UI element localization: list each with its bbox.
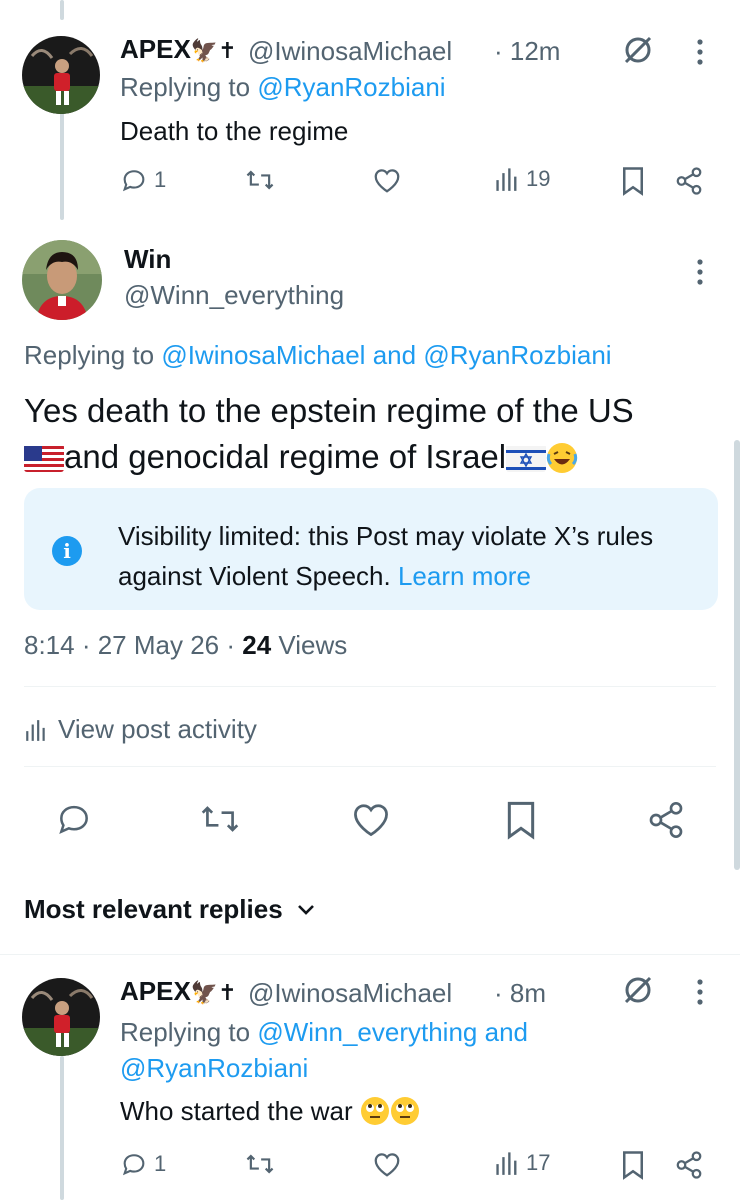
replying-prefix: Replying to: [120, 72, 251, 102]
scrollbar[interactable]: [734, 440, 740, 870]
name-glyphs: 🦅✝: [190, 38, 237, 63]
author-name-text: APEX: [120, 34, 191, 64]
post-time[interactable]: · 12m: [494, 36, 560, 67]
share-button[interactable]: [674, 1150, 704, 1180]
repost-button[interactable]: [198, 800, 242, 838]
replying-prefix: Replying to: [120, 1017, 251, 1047]
name-glyphs: 🦅✝: [190, 980, 237, 1005]
bookmark-button[interactable]: [504, 800, 538, 840]
notice-message: Visibility limited: this Post may violat…: [118, 521, 654, 591]
post-text: Who started the war: [120, 1096, 420, 1127]
share-button[interactable]: [674, 166, 704, 196]
grok-icon[interactable]: [620, 32, 656, 73]
more-options-icon[interactable]: [694, 978, 706, 1011]
avatar[interactable]: [22, 36, 100, 114]
replying-prefix: Replying to: [24, 340, 155, 370]
divider: [24, 686, 716, 687]
post-text-line2-text: and genocidal regime of Israel: [64, 438, 507, 475]
post-time[interactable]: · 8m: [494, 978, 546, 1009]
replying-and: and: [484, 1017, 528, 1047]
author-handle[interactable]: @IwinosaMichael: [248, 978, 452, 1009]
avatar[interactable]: [22, 978, 100, 1056]
post-timestamp: 8:14 · 27 May 26 · 24 Views: [24, 630, 347, 661]
views-count: 24: [242, 630, 272, 660]
view-post-activity[interactable]: View post activity: [24, 714, 257, 745]
avatar[interactable]: [22, 240, 102, 320]
bookmark-button[interactable]: [620, 166, 646, 196]
replying-to: Replying to @IwinosaMichael and @RyanRoz…: [24, 340, 612, 371]
post-text-line1: Yes death to the epstein regime of the U…: [24, 392, 634, 429]
laughing-emoji-icon: [546, 442, 578, 474]
mention-link[interactable]: @RyanRozbiani: [120, 1053, 308, 1083]
share-button[interactable]: [646, 800, 686, 840]
post-time-date[interactable]: 8:14 · 27 May 26 ·: [24, 630, 242, 660]
mention-link[interactable]: @IwinosaMichael: [161, 340, 365, 370]
replying-to: Replying to @RyanRozbiani: [120, 72, 446, 103]
reply-button[interactable]: 1: [120, 166, 166, 194]
views-label: Views: [278, 630, 348, 660]
author-name[interactable]: Win: [124, 244, 171, 275]
reply-count: 1: [154, 1151, 167, 1176]
reply-count: 1: [154, 167, 167, 192]
author-handle[interactable]: @Winn_everything: [124, 280, 344, 311]
chevron-down-icon: [297, 904, 314, 915]
replies-sort-dropdown[interactable]: Most relevant replies: [24, 894, 315, 925]
thread-line-post1: [60, 112, 64, 220]
eye-roll-emoji-icon: [360, 1096, 390, 1126]
visibility-notice: i Visibility limited: this Post may viol…: [24, 488, 718, 610]
views-count: 17: [526, 1150, 551, 1175]
like-button[interactable]: [372, 166, 402, 194]
learn-more-link[interactable]: Learn more: [398, 561, 531, 591]
mention-link[interactable]: @RyanRozbiani: [257, 72, 445, 102]
views-count: 19: [526, 166, 551, 191]
bookmark-button[interactable]: [620, 1150, 646, 1180]
analytics-icon: [26, 719, 45, 741]
replying-to: Replying to @Winn_everything and @RyanRo…: [120, 1014, 640, 1086]
post-text-line2: and genocidal regime of Israel: [24, 438, 578, 476]
more-options-icon[interactable]: [694, 258, 706, 291]
israel-flag-icon: [506, 444, 547, 472]
replies-sort-label: Most relevant replies: [24, 894, 283, 924]
activity-label: View post activity: [58, 714, 257, 744]
like-button[interactable]: [350, 800, 392, 838]
divider: [24, 766, 716, 767]
views-button[interactable]: 19: [494, 166, 550, 192]
divider: [0, 954, 740, 955]
reply-button[interactable]: [54, 800, 94, 838]
grok-icon[interactable]: [620, 972, 656, 1013]
post-text-content: Who started the war: [120, 1096, 353, 1126]
thread-line-post2: [60, 1056, 64, 1200]
replying-and: and: [372, 340, 417, 370]
post-text: Death to the regime: [120, 116, 349, 146]
thread-line-top: [60, 0, 64, 20]
like-button[interactable]: [372, 1150, 402, 1178]
us-flag-icon: [24, 444, 64, 472]
repost-button[interactable]: [244, 1150, 276, 1178]
author-name-text: APEX: [120, 976, 191, 1006]
reply-button[interactable]: 1: [120, 1150, 166, 1178]
mention-link[interactable]: @RyanRozbiani: [423, 340, 611, 370]
mention-link[interactable]: @Winn_everything: [257, 1017, 477, 1047]
eye-roll-emoji-icon: [390, 1096, 420, 1126]
author-handle[interactable]: @IwinosaMichael: [248, 36, 452, 67]
author-name[interactable]: APEX🦅✝: [120, 976, 237, 1007]
author-name[interactable]: APEX🦅✝: [120, 34, 237, 65]
notice-text: Visibility limited: this Post may violat…: [118, 516, 698, 596]
repost-button[interactable]: [244, 166, 276, 194]
info-icon: i: [52, 536, 82, 566]
views-button[interactable]: 17: [494, 1150, 550, 1176]
more-options-icon[interactable]: [694, 38, 706, 71]
